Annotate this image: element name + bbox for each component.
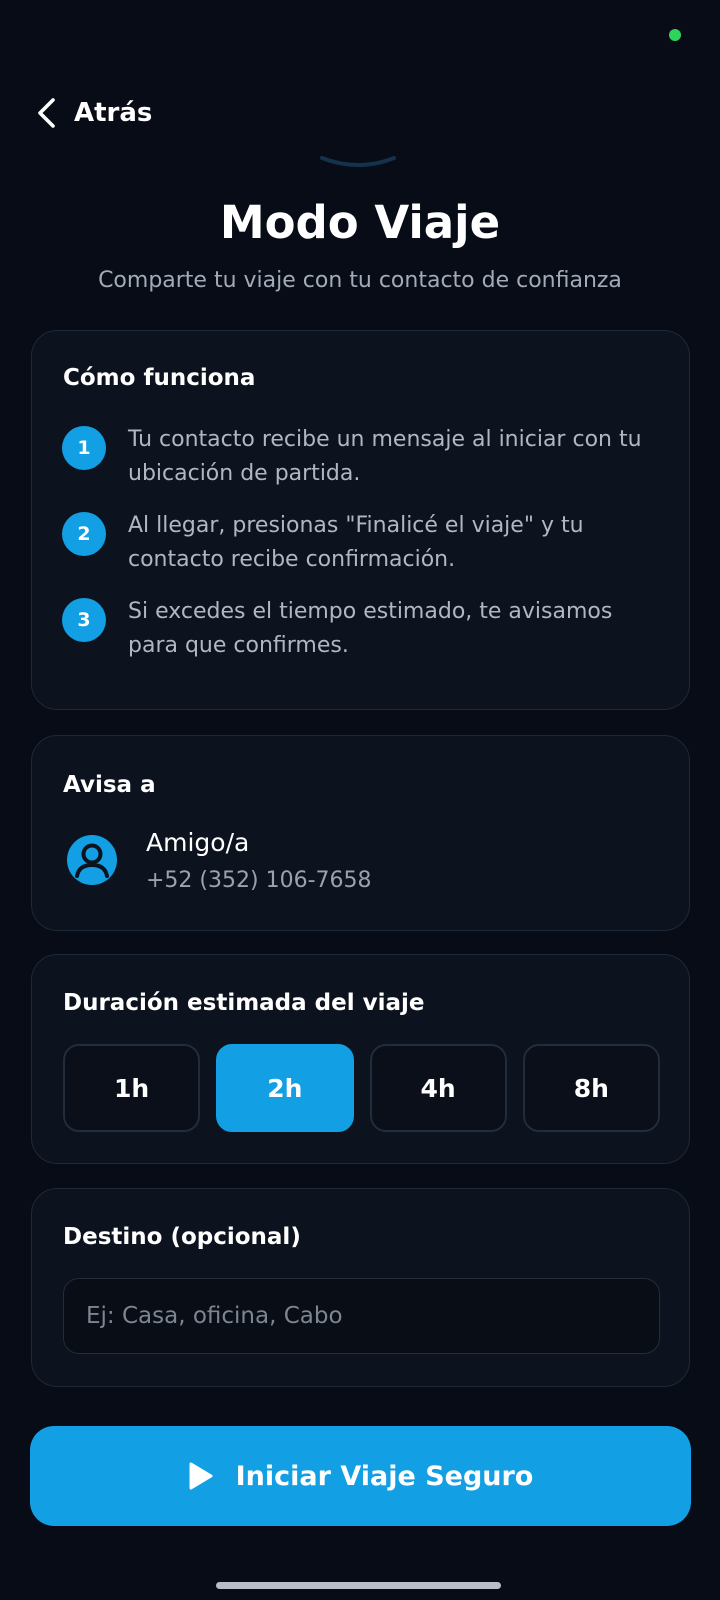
step-item: 2 Al llegar, presionas "Finalicé el viaj…: [62, 509, 662, 577]
play-icon: [189, 1462, 213, 1490]
step-number-badge: 2: [62, 512, 106, 556]
destination-input[interactable]: [63, 1278, 660, 1354]
duration-option-2h[interactable]: 2h: [216, 1044, 354, 1132]
notify-contact-card: Avisa a Amigo/a +52 (352) 106-7658: [31, 735, 690, 931]
back-button[interactable]: Atrás: [34, 96, 152, 130]
step-item: 3 Si excedes el tiempo estimado, te avis…: [62, 595, 662, 663]
contact-name: Amigo/a: [146, 828, 250, 857]
person-circle-icon: [67, 835, 117, 885]
duration-card: Duración estimada del viaje 1h 2h 4h 8h: [31, 954, 690, 1164]
step-text: Al llegar, presionas "Finalicé el viaje"…: [128, 513, 584, 572]
step-text: Si excedes el tiempo estimado, te avisam…: [128, 599, 613, 658]
duration-option-8h[interactable]: 8h: [522, 1044, 660, 1132]
how-it-works-card: Cómo funciona 1 Tu contacto recibe un me…: [31, 330, 690, 710]
decorative-arc: [320, 156, 396, 167]
destination-title: Destino (opcional): [63, 1224, 301, 1250]
duration-option-4h[interactable]: 4h: [369, 1044, 507, 1132]
destination-card: Destino (opcional): [31, 1188, 690, 1387]
duration-option-1h[interactable]: 1h: [63, 1044, 201, 1132]
contact-phone: +52 (352) 106-7658: [146, 868, 372, 893]
page-subtitle: Comparte tu viaje con tu contacto de con…: [98, 268, 622, 293]
start-trip-button[interactable]: Iniciar Viaje Seguro: [30, 1426, 691, 1526]
duration-title: Duración estimada del viaje: [63, 990, 425, 1016]
travel-mode-screen: Atrás Modo Viaje Comparte tu viaje con t…: [0, 0, 720, 1600]
chevron-left-icon: [38, 98, 55, 128]
step-number-badge: 3: [62, 598, 106, 642]
step-number-badge: 1: [62, 426, 106, 470]
start-trip-label: Iniciar Viaje Seguro: [235, 1460, 534, 1492]
status-dot: [669, 29, 681, 41]
duration-options: 1h 2h 4h 8h: [63, 1044, 660, 1132]
how-it-works-title: Cómo funciona: [63, 365, 256, 391]
page-title: Modo Viaje: [219, 196, 501, 249]
step-text: Tu contacto recibe un mensaje al iniciar…: [128, 427, 642, 486]
notify-title: Avisa a: [63, 772, 156, 798]
back-label: Atrás: [74, 98, 153, 128]
home-indicator[interactable]: [216, 1582, 501, 1589]
step-item: 1 Tu contacto recibe un mensaje al inici…: [62, 423, 662, 491]
